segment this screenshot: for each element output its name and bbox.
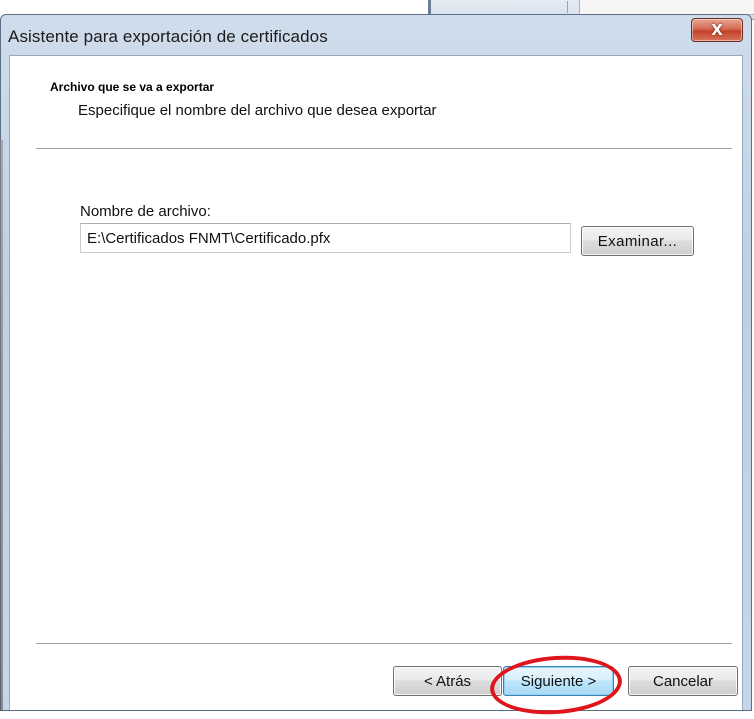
page-title: Archivo que se va a exportar bbox=[50, 80, 215, 94]
wizard-header: Archivo que se va a exportar Especifique… bbox=[10, 56, 742, 148]
title-bar[interactable]: Asistente para exportación de certificad… bbox=[1, 15, 751, 55]
background-separator bbox=[567, 1, 568, 13]
export-wizard-dialog: Asistente para exportación de certificad… bbox=[0, 14, 752, 719]
header-divider bbox=[36, 148, 732, 150]
page-subtitle: Especifique el nombre del archivo que de… bbox=[78, 102, 437, 119]
browse-button[interactable]: Examinar... bbox=[581, 226, 694, 256]
filename-input[interactable] bbox=[80, 223, 571, 253]
window-title: Asistente para exportación de certificad… bbox=[8, 27, 328, 46]
next-button[interactable]: Siguiente > bbox=[503, 666, 614, 696]
footer-divider bbox=[36, 643, 732, 645]
wizard-content: Archivo que se va a exportar Especifique… bbox=[9, 55, 743, 719]
left-edge-shadow bbox=[0, 140, 3, 711]
cancel-button[interactable]: Cancelar bbox=[628, 666, 738, 696]
filename-label: Nombre de archivo: bbox=[80, 203, 211, 220]
close-icon: X bbox=[711, 21, 723, 39]
background-field bbox=[579, 0, 754, 15]
close-button[interactable]: X bbox=[691, 18, 743, 42]
back-button[interactable]: < Atrás bbox=[393, 666, 502, 696]
